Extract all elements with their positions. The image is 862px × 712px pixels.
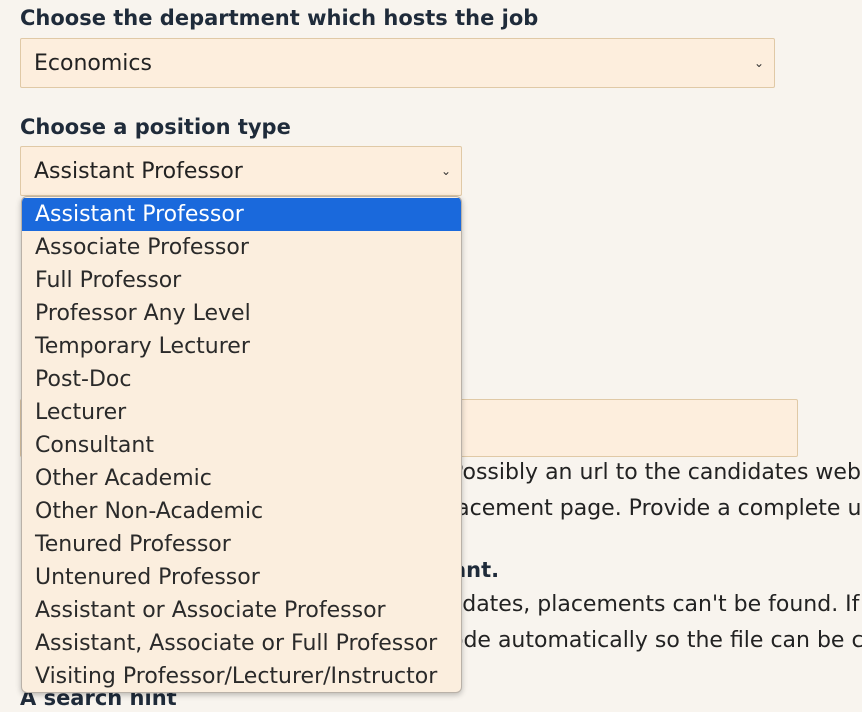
- position-select-value: Assistant Professor: [34, 158, 243, 184]
- dropdown-option[interactable]: Other Academic: [22, 462, 461, 495]
- url-help-line1: Possibly an url to the candidates webpa: [450, 460, 862, 485]
- dropdown-option[interactable]: Full Professor: [22, 264, 461, 297]
- dropdown-option[interactable]: Associate Professor: [22, 231, 461, 264]
- dropdown-option[interactable]: Temporary Lecturer: [22, 330, 461, 363]
- dropdown-option[interactable]: Visiting Professor/Lecturer/Instructor: [22, 660, 461, 692]
- help-line4: ode automatically so the file can be ch: [450, 628, 862, 653]
- chevron-down-icon: ⌄: [753, 56, 764, 70]
- dropdown-option[interactable]: Lecturer: [22, 396, 461, 429]
- department-select-value: Economics: [34, 50, 152, 76]
- dropdown-option[interactable]: Tenured Professor: [22, 528, 461, 561]
- dropdown-option[interactable]: Post-Doc: [22, 363, 461, 396]
- department-select[interactable]: Economics ⌄: [20, 38, 775, 88]
- dropdown-option[interactable]: Assistant Professor: [22, 198, 461, 231]
- chevron-down-icon: ⌄: [440, 164, 451, 178]
- position-dropdown-list[interactable]: Assistant Professor Associate Professor Fu…: [21, 196, 462, 693]
- dropdown-option[interactable]: Professor Any Level: [22, 297, 461, 330]
- position-label: Choose a position type: [20, 115, 291, 139]
- position-select[interactable]: Assistant Professor ⌄: [20, 146, 462, 196]
- help-line3: lidates, placements can't be found. If y: [450, 592, 862, 617]
- dropdown-option[interactable]: Untenured Professor: [22, 561, 461, 594]
- dropdown-option[interactable]: Assistant or Associate Professor: [22, 594, 461, 627]
- url-help-line2: lacement page. Provide a complete ur: [450, 496, 862, 521]
- dropdown-option[interactable]: Other Non-Academic: [22, 495, 461, 528]
- dropdown-option[interactable]: Assistant, Associate or Full Professor: [22, 627, 461, 660]
- dropdown-option[interactable]: Consultant: [22, 429, 461, 462]
- department-label: Choose the department which hosts the jo…: [20, 6, 539, 30]
